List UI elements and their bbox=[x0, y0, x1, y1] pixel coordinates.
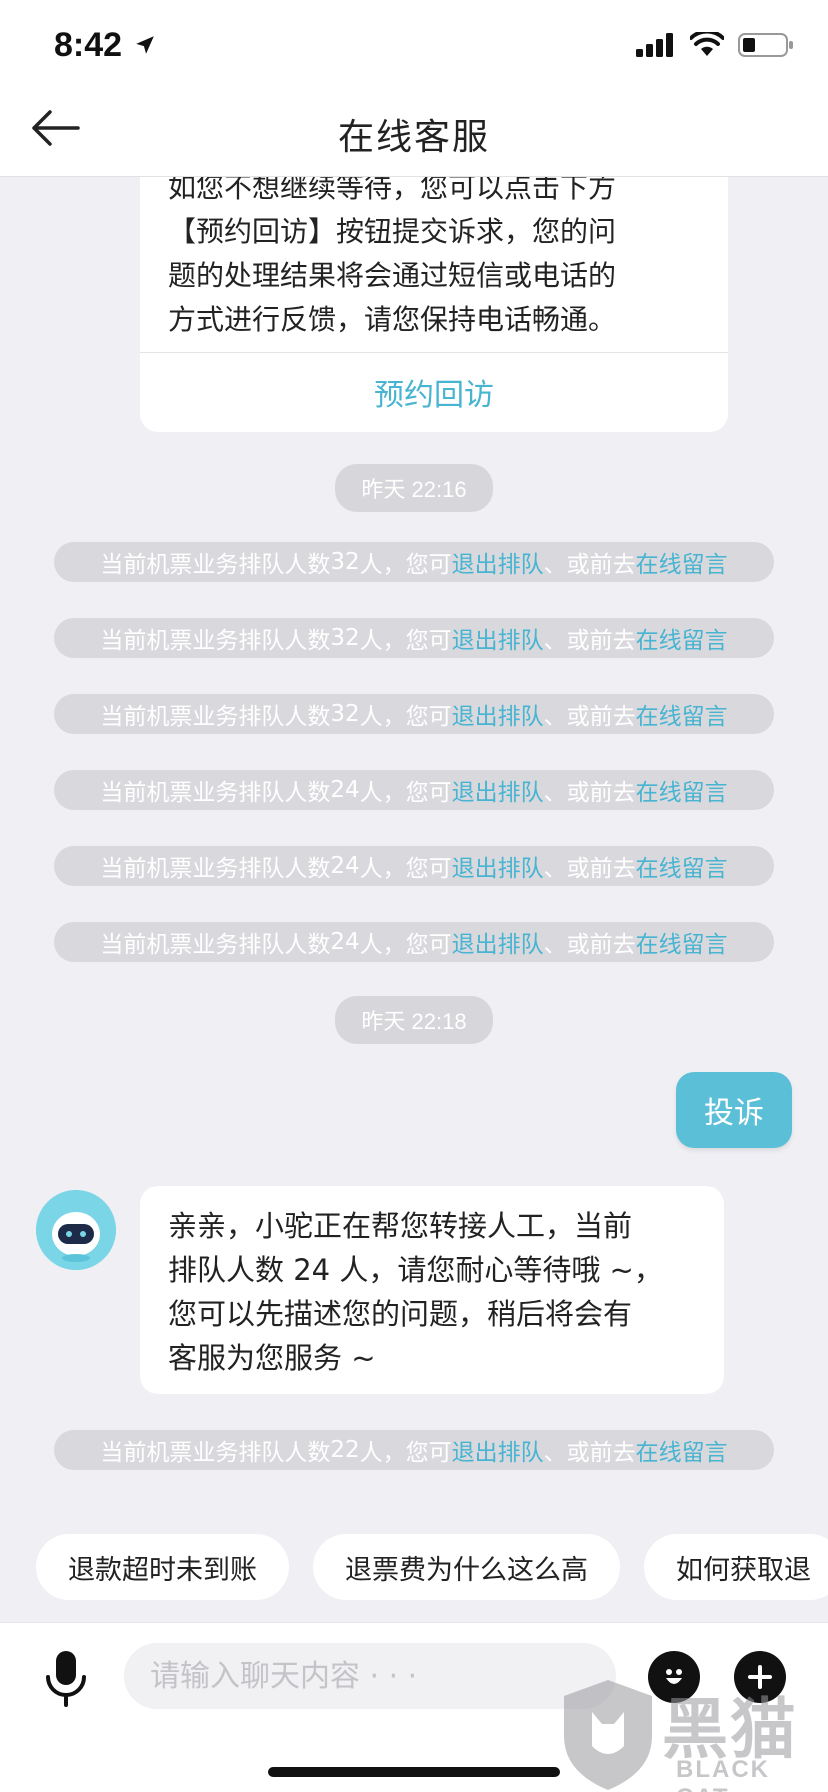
exit-queue-link[interactable]: 退出排队 bbox=[452, 849, 544, 883]
leave-message-link[interactable]: 在线留言 bbox=[636, 621, 728, 655]
status-indicators bbox=[636, 32, 794, 58]
queue-count: 32 bbox=[330, 549, 360, 575]
schedule-callback-button[interactable]: 预约回访 bbox=[140, 352, 728, 432]
top-bar: 8:42 在线客服 bbox=[0, 0, 828, 177]
leave-message-link[interactable]: 在线留言 bbox=[636, 773, 728, 807]
quick-reply-row: 退款超时未到账 退票费为什么这么高 如何获取退 bbox=[36, 1534, 828, 1600]
queue-text: 当前机票业务排队人数 bbox=[100, 1440, 331, 1466]
queue-count: 24 bbox=[330, 929, 360, 955]
home-indicator bbox=[268, 1767, 560, 1777]
queue-text: 、或前去 bbox=[543, 1440, 636, 1466]
queue-text: 、或前去 bbox=[543, 856, 636, 882]
queue-text: 当前机票业务排队人数 bbox=[100, 552, 331, 578]
plus-icon bbox=[748, 1665, 772, 1689]
queue-message: 当前机票业务排队人数 24 人，您可 退出排队 、或前去 在线留言 bbox=[54, 846, 774, 886]
queue-text: 、或前去 bbox=[543, 704, 636, 730]
quick-reply-chip[interactable]: 退票费为什么这么高 bbox=[313, 1534, 620, 1600]
leave-message-link[interactable]: 在线留言 bbox=[636, 545, 728, 579]
leave-message-link[interactable]: 在线留言 bbox=[636, 697, 728, 731]
leave-message-link[interactable]: 在线留言 bbox=[636, 849, 728, 883]
callback-card: 如您不想继续等待，您可以点击下方 【预约回访】按钮提交诉求，您的问 题的处理结果… bbox=[140, 140, 728, 432]
queue-text: 、或前去 bbox=[543, 628, 636, 654]
exit-queue-link[interactable]: 退出排队 bbox=[452, 545, 544, 579]
queue-count: 22 bbox=[330, 1437, 360, 1463]
queue-message: 当前机票业务排队人数 32 人，您可 退出排队 、或前去 在线留言 bbox=[54, 542, 774, 582]
emoji-icon bbox=[666, 1669, 682, 1684]
queue-message: 当前机票业务排队人数 22 人，您可 退出排队 、或前去 在线留言 bbox=[54, 1430, 774, 1470]
status-time: 8:42 bbox=[54, 26, 123, 64]
queue-text: 、或前去 bbox=[543, 780, 636, 806]
microphone-icon[interactable] bbox=[44, 1649, 88, 1709]
queue-text: 当前机票业务排队人数 bbox=[100, 856, 331, 882]
exit-queue-link[interactable]: 退出排队 bbox=[452, 621, 544, 655]
location-arrow-icon bbox=[136, 36, 154, 54]
queue-text: 当前机票业务排队人数 bbox=[100, 704, 331, 730]
bot-avatar bbox=[36, 1190, 116, 1270]
signal-icon bbox=[636, 33, 673, 57]
exit-queue-link[interactable]: 退出排队 bbox=[452, 1433, 544, 1467]
queue-count: 24 bbox=[330, 777, 360, 803]
queue-text: 、或前去 bbox=[543, 932, 636, 958]
timestamp: 昨天 22:16 bbox=[0, 464, 828, 512]
wifi-icon bbox=[690, 32, 724, 56]
queue-count: 24 bbox=[330, 853, 360, 879]
quick-reply-chip[interactable]: 退款超时未到账 bbox=[36, 1534, 289, 1600]
input-bar bbox=[0, 1622, 828, 1792]
queue-text: 当前机票业务排队人数 bbox=[100, 780, 331, 806]
queue-text: 人，您可 bbox=[359, 1440, 452, 1466]
queue-text: 人，您可 bbox=[359, 932, 452, 958]
queue-message: 当前机票业务排队人数 32 人，您可 退出排队 、或前去 在线留言 bbox=[54, 694, 774, 734]
bot-message-bubble: 亲亲，小驼正在帮您转接人工，当前 排队人数 24 人，请您耐心等待哦 ~， 您可… bbox=[140, 1186, 724, 1394]
queue-count: 32 bbox=[330, 701, 360, 727]
more-button[interactable] bbox=[734, 1651, 786, 1703]
emoji-button[interactable] bbox=[648, 1651, 700, 1703]
timestamp: 昨天 22:18 bbox=[0, 996, 828, 1044]
queue-text: 当前机票业务排队人数 bbox=[100, 932, 331, 958]
queue-text: 人，您可 bbox=[359, 628, 452, 654]
battery-icon bbox=[738, 33, 793, 57]
timestamp-label: 昨天 22:18 bbox=[335, 996, 493, 1044]
exit-queue-link[interactable]: 退出排队 bbox=[452, 773, 544, 807]
user-message-bubble: 投诉 bbox=[676, 1072, 792, 1148]
timestamp-label: 昨天 22:16 bbox=[335, 464, 493, 512]
queue-text: 、或前去 bbox=[543, 552, 636, 578]
queue-text: 人，您可 bbox=[359, 856, 452, 882]
quick-reply-chip[interactable]: 如何获取退 bbox=[644, 1534, 828, 1600]
robot-icon bbox=[36, 1190, 116, 1270]
leave-message-link[interactable]: 在线留言 bbox=[636, 1433, 728, 1467]
chat-screen: 8:42 在线客服 如您不想继续等待，您可以点击下方 【预约回访】按钮提交诉求，… bbox=[0, 0, 828, 1792]
queue-count: 32 bbox=[330, 625, 360, 651]
queue-text: 当前机票业务排队人数 bbox=[100, 628, 331, 654]
chat-input[interactable] bbox=[124, 1643, 616, 1709]
exit-queue-link[interactable]: 退出排队 bbox=[452, 697, 544, 731]
exit-queue-link[interactable]: 退出排队 bbox=[452, 925, 544, 959]
queue-message: 当前机票业务排队人数 32 人，您可 退出排队 、或前去 在线留言 bbox=[54, 618, 774, 658]
queue-message: 当前机票业务排队人数 24 人，您可 退出排队 、或前去 在线留言 bbox=[54, 770, 774, 810]
page-title: 在线客服 bbox=[337, 117, 490, 158]
queue-text: 人，您可 bbox=[359, 552, 452, 578]
queue-message: 当前机票业务排队人数 24 人，您可 退出排队 、或前去 在线留言 bbox=[54, 922, 774, 962]
queue-text: 人，您可 bbox=[359, 704, 452, 730]
queue-text: 人，您可 bbox=[359, 780, 452, 806]
leave-message-link[interactable]: 在线留言 bbox=[636, 925, 728, 959]
